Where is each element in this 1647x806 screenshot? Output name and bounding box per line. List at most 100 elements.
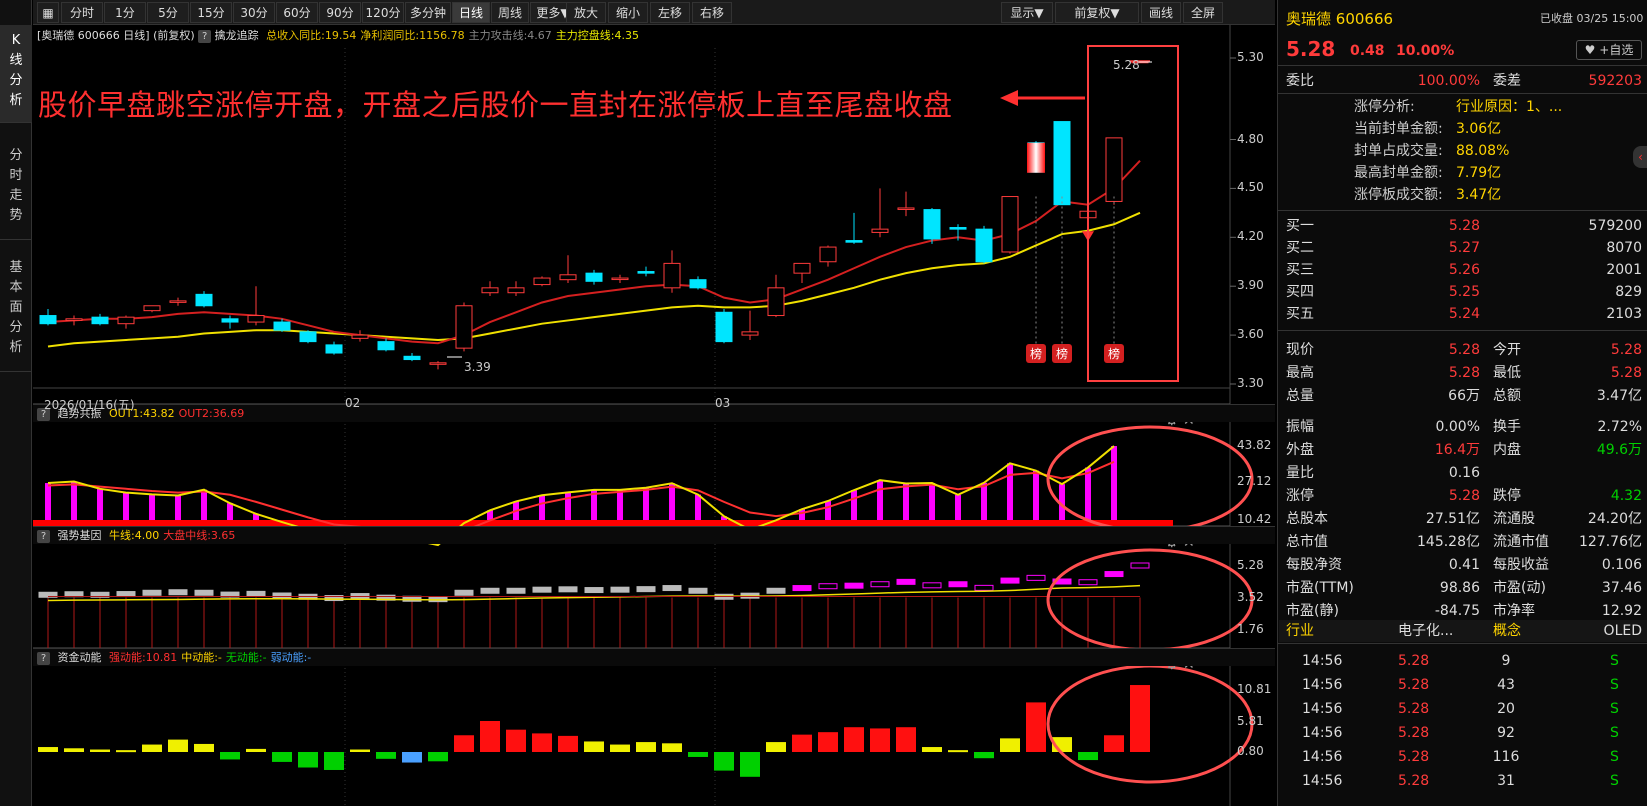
gene-block: [948, 581, 968, 588]
candle-body[interactable]: [273, 321, 291, 331]
panel2-axis-label-0: 10.81: [1237, 682, 1272, 696]
tab-kline[interactable]: K线分析: [0, 25, 32, 123]
trend-histogram-bar: [565, 492, 571, 520]
candle-body[interactable]: [299, 331, 317, 343]
collapse-arrow-icon[interactable]: ‹: [1633, 146, 1647, 168]
tab-intraday[interactable]: 分时走势: [0, 140, 32, 240]
capital-bar: [792, 734, 812, 752]
gene-block: [142, 589, 162, 596]
capital-bar: [1130, 685, 1150, 752]
period-button-1[interactable]: 1分: [104, 2, 146, 23]
candle-body[interactable]: [533, 277, 551, 286]
candle-body[interactable]: [195, 293, 213, 307]
industry-value[interactable]: 电子化...: [1398, 620, 1453, 642]
candle-body[interactable]: [247, 315, 265, 323]
candle-body[interactable]: [845, 240, 863, 243]
candle-body[interactable]: [481, 287, 499, 294]
period-button-6[interactable]: 90分: [319, 2, 361, 23]
toolbar-right-button-0[interactable]: 显示▼: [1001, 2, 1053, 23]
period-button-0[interactable]: 分时: [61, 2, 103, 23]
candle-body[interactable]: [143, 305, 161, 312]
candle-body[interactable]: [39, 315, 57, 325]
limit-value-3: 7.79亿: [1456, 165, 1502, 181]
limit-up-candle[interactable]: [1027, 142, 1045, 173]
candle-body[interactable]: [819, 246, 837, 263]
candle-body[interactable]: [767, 287, 785, 317]
candle-body[interactable]: [455, 305, 473, 349]
grid-icon[interactable]: ▦: [37, 2, 59, 23]
panel0-axis-label-2: 10.42: [1237, 512, 1272, 526]
rank-badge-text-0: 榜: [1030, 346, 1042, 361]
period-button-4[interactable]: 30分: [233, 2, 275, 23]
candle-body[interactable]: [221, 318, 239, 323]
period-button-5[interactable]: 60分: [276, 2, 318, 23]
stat-label-left-6: 涨停: [1286, 488, 1314, 504]
candle-body[interactable]: [1001, 196, 1019, 253]
candle-body[interactable]: [949, 227, 967, 230]
candle-body[interactable]: [663, 262, 681, 289]
trend-histogram-bar: [97, 488, 103, 520]
period-button-10[interactable]: 周线: [491, 2, 529, 23]
stat-label-right-10: 市盈(动): [1493, 580, 1546, 596]
action-button-0[interactable]: 放大: [566, 2, 606, 23]
candle-body[interactable]: [429, 362, 447, 365]
adjust-label: (前复权): [153, 29, 195, 42]
weibi-label: 委比: [1286, 73, 1314, 89]
tick-price-1: 5.28: [1398, 677, 1430, 693]
candle-body[interactable]: [91, 316, 109, 325]
candle-body[interactable]: [611, 277, 629, 281]
candle-body[interactable]: [325, 344, 343, 354]
gene-block: [610, 586, 630, 593]
info-item-3: 主力控盘线:4.35: [555, 29, 639, 42]
candle-body[interactable]: [923, 209, 941, 240]
panel1-axis-label-0: 5.28: [1237, 558, 1264, 572]
trend-histogram-bar: [955, 494, 961, 520]
tab-fundamental[interactable]: 基本面分析: [0, 252, 32, 372]
period-button-7[interactable]: 120分: [362, 2, 404, 23]
action-button-2[interactable]: 左移: [650, 2, 690, 23]
candle-body[interactable]: [403, 355, 421, 361]
gene-block: [792, 585, 812, 592]
tick-price-2: 5.28: [1398, 701, 1430, 717]
candle-body[interactable]: [689, 279, 707, 289]
help-icon[interactable]: ?: [37, 529, 50, 543]
concept-value[interactable]: OLED: [1588, 620, 1642, 642]
candle-body[interactable]: [1105, 137, 1123, 202]
action-button-1[interactable]: 缩小: [608, 2, 648, 23]
panel2-axis-label-1: 5.81: [1237, 714, 1264, 728]
stat-value-left-11: -84.75: [1434, 603, 1480, 619]
action-button-3[interactable]: 右移: [692, 2, 732, 23]
candle-body[interactable]: [117, 316, 135, 325]
candle-body[interactable]: [897, 207, 915, 210]
quote-time: 15:00: [1611, 12, 1644, 25]
capital-bar: [272, 752, 292, 762]
help-icon[interactable]: ?: [37, 651, 50, 665]
stat-label-right-1: 最低: [1493, 365, 1521, 381]
period-button-2[interactable]: 5分: [147, 2, 189, 23]
candle-body[interactable]: [741, 331, 759, 336]
toolbar-right-button-2[interactable]: 画线: [1141, 2, 1181, 23]
toolbar-right-button-1[interactable]: 前复权▼: [1055, 2, 1139, 23]
candle-body[interactable]: [637, 271, 655, 274]
candle-body[interactable]: [1053, 121, 1071, 206]
period-button-9[interactable]: 日线: [452, 2, 490, 23]
candle-body[interactable]: [377, 341, 395, 351]
candle-body[interactable]: [351, 334, 369, 339]
capital-bar: [740, 752, 760, 777]
limit-label-2: 封单占成交量:: [1354, 143, 1443, 159]
help-icon[interactable]: ?: [198, 29, 212, 43]
candle-body[interactable]: [975, 228, 993, 263]
candle-body[interactable]: [65, 318, 83, 321]
candle-body[interactable]: [715, 311, 733, 343]
add-favorite-button[interactable]: ♥ +自选: [1576, 40, 1642, 60]
candle-body[interactable]: [169, 300, 187, 303]
candle-body[interactable]: [793, 262, 811, 274]
toolbar-right-button-3[interactable]: 全屏: [1183, 2, 1223, 23]
candle-body[interactable]: [585, 272, 603, 282]
period-button-8[interactable]: 多分钟: [405, 2, 451, 23]
candle-body[interactable]: [871, 228, 889, 233]
period-button-3[interactable]: 15分: [190, 2, 232, 23]
candle-body[interactable]: [507, 287, 525, 294]
candle-body[interactable]: [559, 274, 577, 281]
capital-bar: [194, 743, 214, 752]
